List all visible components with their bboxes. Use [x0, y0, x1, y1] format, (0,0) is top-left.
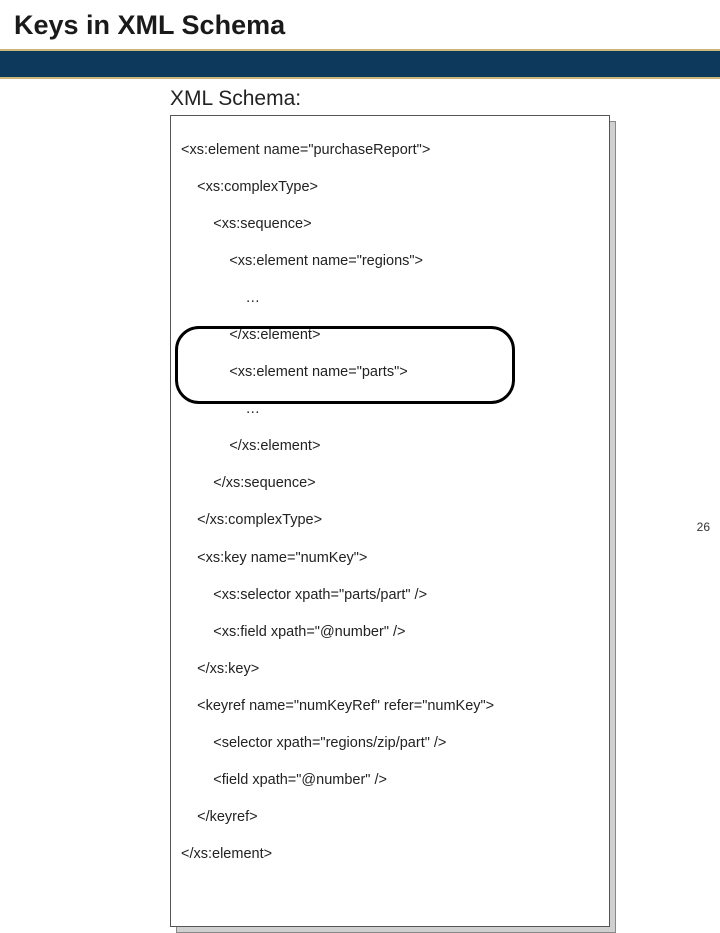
code-line: </xs:element>: [181, 326, 599, 345]
code-line: </xs:key>: [181, 660, 599, 679]
code-line: <keyref name="numKeyRef" refer="numKey">: [181, 697, 599, 716]
code-line: <xs:key name="numKey">: [181, 549, 599, 568]
code-line: <xs:selector xpath="parts/part" />: [181, 586, 599, 605]
code-box-wrapper: <xs:element name="purchaseReport"> <xs:c…: [170, 115, 610, 927]
code-line: </xs:element>: [181, 437, 599, 456]
nav-stripe: [0, 49, 720, 79]
code-line: </xs:element>: [181, 845, 599, 864]
code-line: <xs:element name="parts">: [181, 363, 599, 382]
code-line: <selector xpath="regions/zip/part" />: [181, 734, 599, 753]
code-line: <xs:complexType>: [181, 178, 599, 197]
code-line: </xs:sequence>: [181, 474, 599, 493]
page-number: 26: [697, 520, 710, 534]
code-line: <field xpath="@number" />: [181, 771, 599, 790]
subtitle: XML Schema:: [170, 87, 720, 111]
code-line: …: [181, 289, 599, 308]
code-box: <xs:element name="purchaseReport"> <xs:c…: [170, 115, 610, 927]
slide-title: Keys in XML Schema: [14, 10, 720, 41]
title-bar: Keys in XML Schema: [0, 0, 720, 49]
code-line: …: [181, 400, 599, 419]
code-line: </xs:complexType>: [181, 511, 599, 530]
content-area: XML Schema: <xs:element name="purchaseRe…: [0, 79, 720, 927]
code-line: <xs:element name="regions">: [181, 252, 599, 271]
code-line: </keyref>: [181, 808, 599, 827]
code-line: <xs:element name="purchaseReport">: [181, 141, 599, 160]
code-line: <xs:sequence>: [181, 215, 599, 234]
code-line: <xs:field xpath="@number" />: [181, 623, 599, 642]
